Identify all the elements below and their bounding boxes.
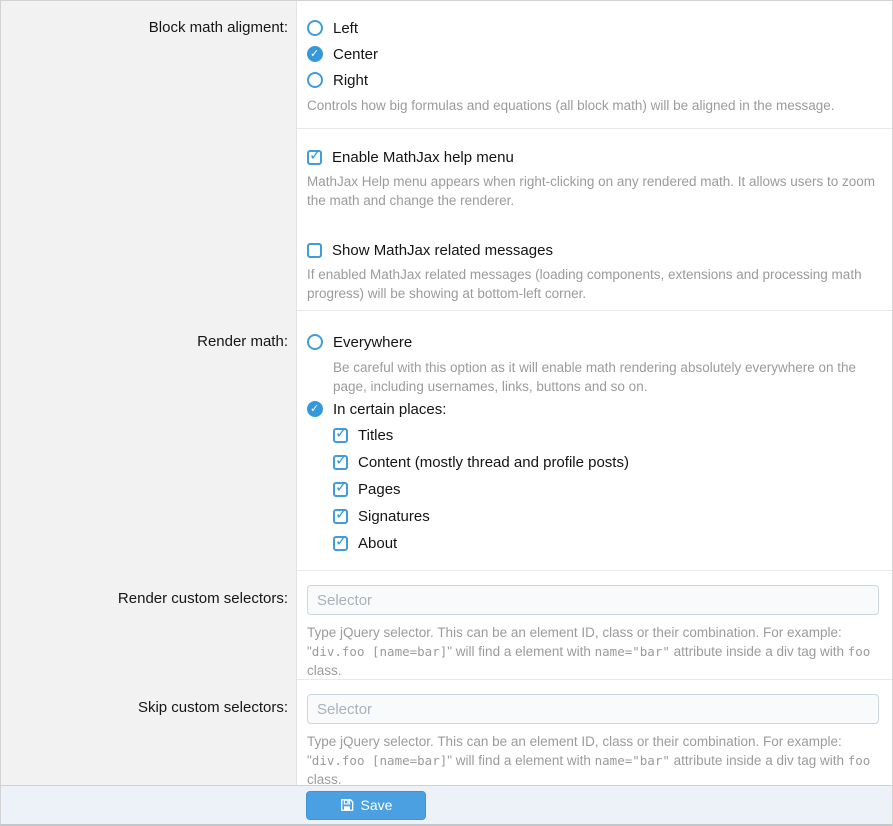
render-selectors-label: Render custom selectors: — [1, 571, 297, 680]
checkbox-pages[interactable]: Pages — [333, 476, 879, 503]
radio-alignment-left[interactable]: Left — [307, 15, 879, 41]
option-row-render-math: Render math: Everywhere Be careful with … — [1, 311, 892, 571]
hint-text: attribute inside a div tag with — [670, 644, 848, 659]
radio-label: In certain places: — [333, 401, 446, 418]
checkbox-checked-icon[interactable] — [333, 428, 348, 443]
checkbox-label: Signatures — [358, 508, 430, 525]
checkbox-label: Enable MathJax help menu — [332, 149, 514, 166]
mathjax-toggles-content: Enable MathJax help menu MathJax Help me… — [297, 129, 892, 311]
floppy-disk-icon — [340, 798, 354, 812]
hint-code: foo — [848, 753, 871, 768]
radio-unselected-icon[interactable] — [307, 334, 323, 350]
radio-alignment-right[interactable]: Right — [307, 67, 879, 93]
hint-code: name="bar" — [595, 644, 670, 659]
render-math-content: Everywhere Be careful with this option a… — [297, 311, 892, 571]
render-math-label: Render math: — [1, 311, 297, 571]
option-row-render-custom-selectors: Render custom selectors: Type jQuery sel… — [1, 571, 892, 680]
everywhere-hint: Be careful with this option as it will e… — [333, 358, 879, 396]
block-math-alignment-content: Left Center Right Controls how big formu… — [297, 1, 892, 129]
checkbox-unchecked-icon[interactable] — [307, 243, 322, 258]
render-selectors-content: Type jQuery selector. This can be an ele… — [297, 571, 892, 680]
radio-selected-check-icon[interactable] — [307, 401, 323, 417]
messages-hint: If enabled MathJax related messages (loa… — [307, 265, 879, 303]
option-row-skip-custom-selectors: Skip custom selectors: Type jQuery selec… — [1, 680, 892, 785]
alignment-hint: Controls how big formulas and equations … — [307, 96, 879, 115]
hint-text: " will find a element with — [447, 644, 594, 659]
checkbox-checked-icon[interactable] — [333, 482, 348, 497]
checkbox-checked-icon[interactable] — [333, 509, 348, 524]
hint-code: name="bar" — [595, 753, 670, 768]
skip-selectors-label: Skip custom selectors: — [1, 680, 297, 785]
skip-selectors-content: Type jQuery selector. This can be an ele… — [297, 680, 892, 785]
form-footer: Save — [1, 785, 892, 824]
checkbox-label: Titles — [358, 427, 393, 444]
checkbox-checked-icon[interactable] — [307, 150, 322, 165]
certain-places-list: Titles Content (mostly thread and profil… — [333, 422, 879, 557]
block-math-alignment-label: Block math aligment: — [1, 1, 297, 129]
radio-unselected-icon[interactable] — [307, 72, 323, 88]
option-row-mathjax-toggles: Enable MathJax help menu MathJax Help me… — [1, 129, 892, 311]
hint-text: class. — [307, 663, 342, 678]
radio-alignment-center[interactable]: Center — [307, 41, 879, 67]
checkbox-checked-icon[interactable] — [333, 455, 348, 470]
checkbox-show-messages[interactable]: Show MathJax related messages — [307, 238, 879, 262]
radio-label: Right — [333, 72, 368, 89]
hint-text: attribute inside a div tag with — [670, 753, 848, 768]
checkbox-label: Pages — [358, 481, 401, 498]
skip-selectors-hint: Type jQuery selector. This can be an ele… — [307, 732, 879, 789]
checkbox-titles[interactable]: Titles — [333, 422, 879, 449]
empty-label-cell — [1, 129, 297, 311]
radio-label: Left — [333, 20, 358, 37]
checkbox-label: Show MathJax related messages — [332, 242, 553, 259]
render-selectors-hint: Type jQuery selector. This can be an ele… — [307, 623, 879, 680]
checkbox-signatures[interactable]: Signatures — [333, 503, 879, 530]
checkbox-enable-help-menu[interactable]: Enable MathJax help menu — [307, 145, 879, 169]
help-menu-hint: MathJax Help menu appears when right-cli… — [307, 172, 879, 210]
checkbox-content[interactable]: Content (mostly thread and profile posts… — [333, 449, 879, 476]
radio-label: Everywhere — [333, 334, 412, 351]
render-selectors-input[interactable] — [307, 585, 879, 615]
options-form: Block math aligment: Left Center Right C… — [1, 1, 892, 785]
checkbox-label: Content (mostly thread and profile posts… — [358, 454, 629, 471]
option-row-block-math-alignment: Block math aligment: Left Center Right C… — [1, 1, 892, 129]
save-button[interactable]: Save — [306, 791, 426, 820]
checkbox-checked-icon[interactable] — [333, 536, 348, 551]
radio-label: Center — [333, 46, 378, 63]
mathjax-options-page: Block math aligment: Left Center Right C… — [0, 0, 893, 826]
hint-code: foo — [848, 644, 871, 659]
skip-selectors-input[interactable] — [307, 694, 879, 724]
radio-unselected-icon[interactable] — [307, 20, 323, 36]
hint-code: div.foo [name=bar] — [312, 644, 447, 659]
radio-render-everywhere[interactable]: Everywhere — [307, 329, 879, 355]
checkbox-label: About — [358, 535, 397, 552]
radio-render-certain-places[interactable]: In certain places: — [307, 396, 879, 422]
hint-code: div.foo [name=bar] — [312, 753, 447, 768]
checkbox-about[interactable]: About — [333, 530, 879, 557]
radio-selected-check-icon[interactable] — [307, 46, 323, 62]
hint-text: " will find a element with — [447, 753, 594, 768]
save-button-label: Save — [361, 797, 393, 813]
